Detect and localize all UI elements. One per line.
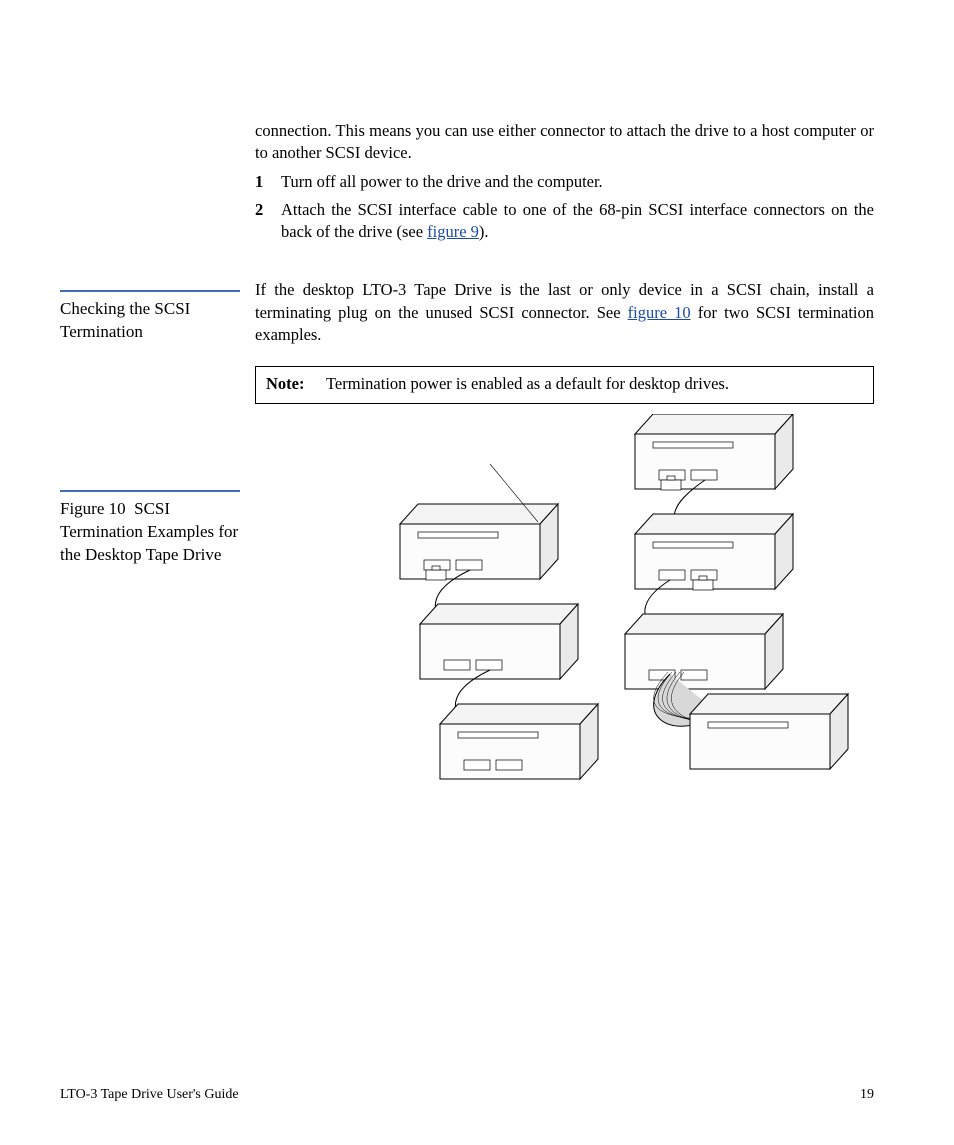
section-heading-text: Checking the SCSI Termination xyxy=(60,298,240,344)
figure-10 xyxy=(370,414,850,794)
step-body: Turn off all power to the drive and the … xyxy=(281,171,874,193)
body-paragraph: If the desktop LTO-3 Tape Drive is the l… xyxy=(255,279,874,346)
page-footer: LTO-3 Tape Drive User's Guide 19 xyxy=(60,1086,874,1105)
figure-link[interactable]: figure 9 xyxy=(427,222,479,241)
step-number: 1 xyxy=(255,171,281,193)
note-text: Termination power is enabled as a defaul… xyxy=(326,373,863,395)
step-text-a: Attach the SCSI interface cable to one o… xyxy=(281,200,874,241)
figure-rule xyxy=(60,490,240,492)
paragraph-text: connection. This means you can use eithe… xyxy=(255,120,874,165)
footer-page-number: 19 xyxy=(860,1086,874,1105)
step-body: Attach the SCSI interface cable to one o… xyxy=(281,199,874,244)
footer-doc-title: LTO-3 Tape Drive User's Guide xyxy=(60,1086,239,1105)
section-heading: Checking the SCSI Termination xyxy=(60,290,240,344)
step-number: 2 xyxy=(255,199,281,244)
figure-link[interactable]: figure 10 xyxy=(628,303,691,322)
scsi-termination-diagram xyxy=(370,414,850,794)
figure-caption: Figure 10 SCSI Termination Examples for … xyxy=(60,490,240,567)
step-text-b: ). xyxy=(479,222,489,241)
section-rule xyxy=(60,290,240,292)
figure-number: Figure 10 xyxy=(60,499,126,518)
step-1: 1 Turn off all power to the drive and th… xyxy=(255,171,874,193)
step-2: 2 Attach the SCSI interface cable to one… xyxy=(255,199,874,244)
body-paragraph-continuation: connection. This means you can use eithe… xyxy=(255,120,874,243)
note-label: Note: xyxy=(266,373,326,395)
note-box: Note: Termination power is enabled as a … xyxy=(255,366,874,404)
